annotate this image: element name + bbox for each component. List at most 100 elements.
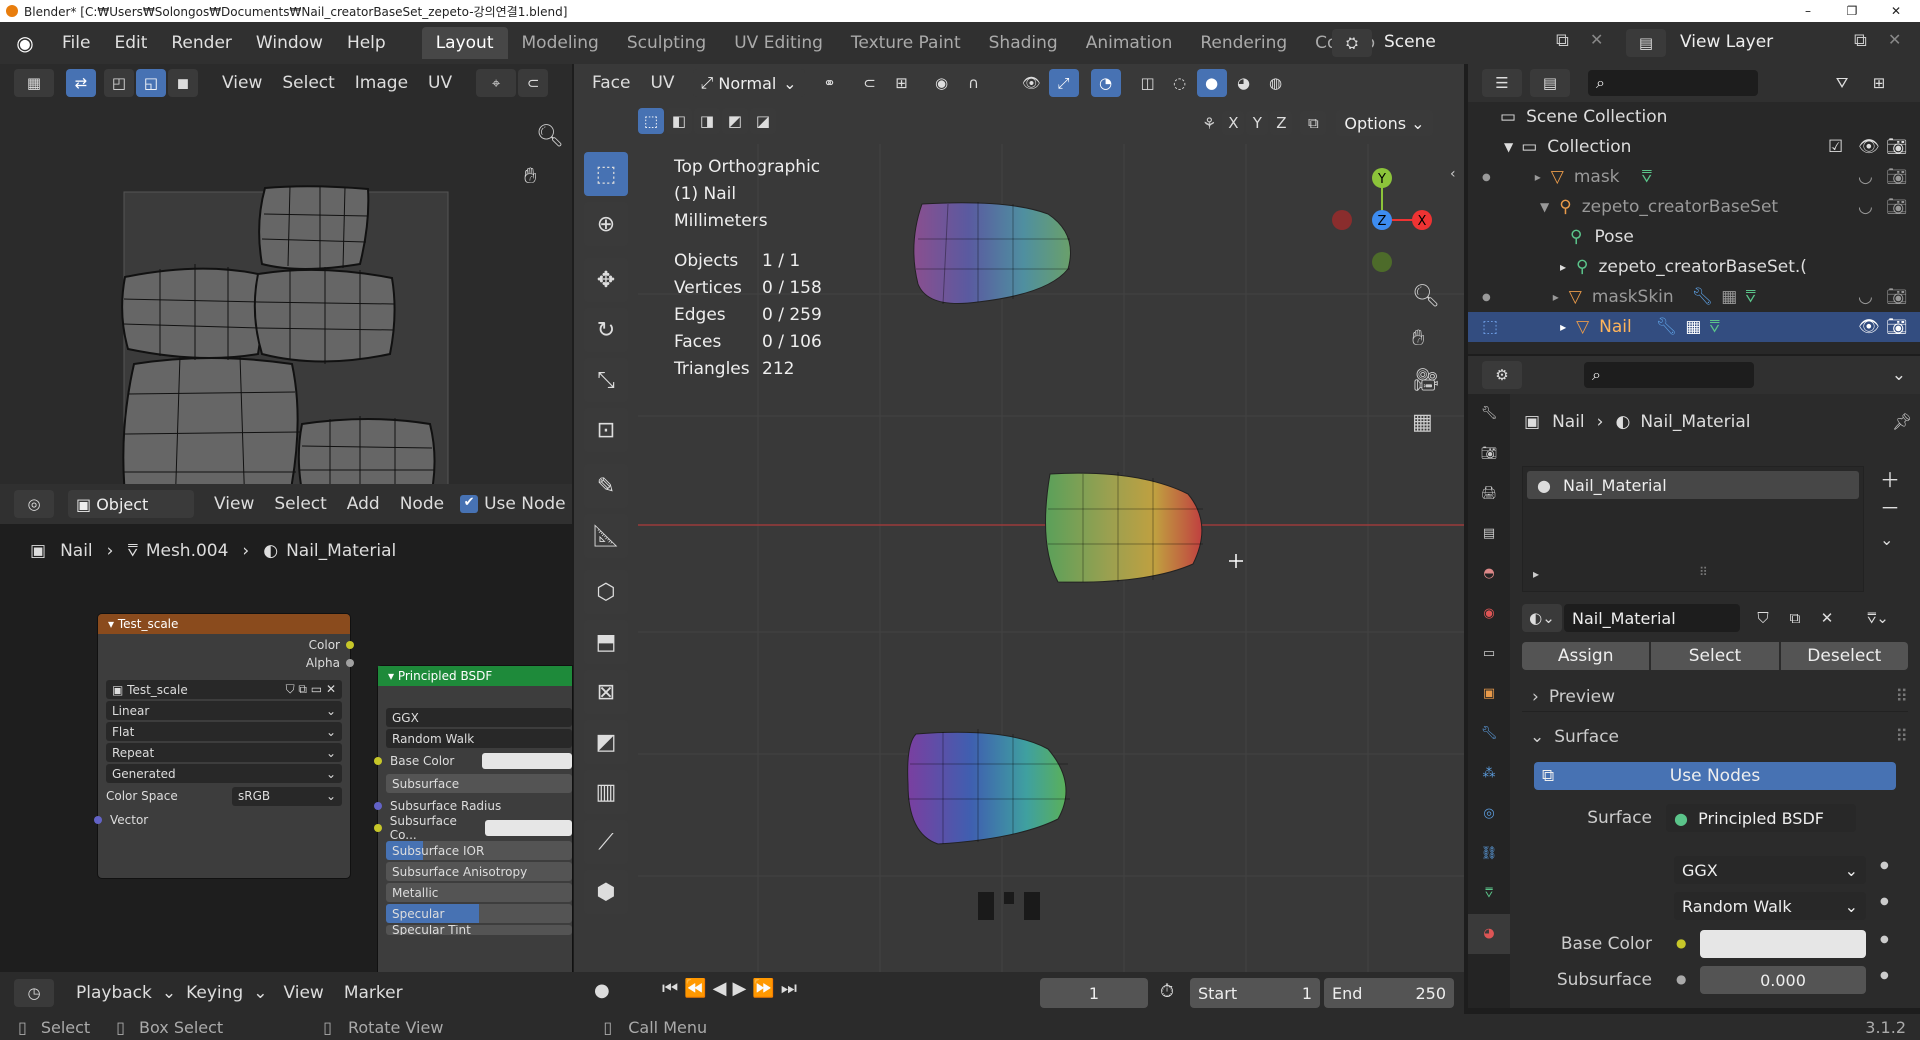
uv-menu-uv[interactable]: UV [418,73,462,93]
cursor-tool[interactable]: ⊕ [584,202,628,246]
keyframe-dot-icon[interactable]: ● [1880,970,1889,981]
outliner-row-scene-collection[interactable]: ▭ Scene Collection [1468,102,1920,132]
playback-menu[interactable]: Playback [66,983,162,1003]
metallic-field[interactable]: Metallic [386,883,572,902]
extrude-tool[interactable]: ⬒ [584,620,628,664]
color-space-select[interactable]: sRGB ⌄ [232,786,342,806]
node-editor-type-icon[interactable]: ◎ [14,490,54,518]
snap-increment-icon[interactable]: ⊞ [887,69,917,97]
close-button[interactable]: ✕ [1874,0,1918,22]
uv-menu-view[interactable]: View [212,73,272,93]
surface-shader-select[interactable]: ● Principled BSDF [1666,804,1856,832]
face-select-icon[interactable]: ◼ [168,69,198,97]
subsurface-method-select[interactable]: Random Walk ⌄ [1674,892,1866,920]
stopwatch-icon[interactable]: ⏱︎ [1160,981,1174,1002]
unlink-material-icon[interactable]: ✕ [1812,604,1842,632]
menu-file[interactable]: File [50,33,102,53]
material-slot[interactable]: ● Nail_Material [1527,471,1859,499]
node-menu-node[interactable]: Node [390,494,454,514]
output-tab-icon[interactable]: 🖨︎ [1468,474,1510,514]
sidebar-toggle-icon[interactable]: ‹ [1450,166,1456,182]
menu-render[interactable]: Render [159,33,244,53]
new-collection-icon[interactable]: ⊞ [1864,69,1894,97]
scene-name[interactable]: Scene [1384,32,1436,52]
uv-menu-select[interactable]: Select [272,73,344,93]
node-title[interactable]: ▾ Test_scale [98,614,350,634]
current-frame-field[interactable]: 1 [1040,978,1148,1008]
fake-user-icon[interactable]: ⛉ [1748,604,1778,632]
node-menu-select[interactable]: Select [264,494,336,514]
material-name-field[interactable]: Nail_Material [1564,604,1740,632]
face-menu[interactable]: Face [582,73,640,93]
measure-tool[interactable]: 📐︎ [584,514,628,558]
snap-magnet-icon[interactable]: ⊂ [855,69,885,97]
remove-view-layer-icon[interactable]: ✕ [1888,30,1901,49]
node-menu-add[interactable]: Add [337,494,390,514]
menu-edit[interactable]: Edit [102,33,159,53]
outliner-row-nail[interactable]: ⬚ ▸ ▽ Nail 🔧︎ ▦ ⩢ 👁︎ 📷︎ [1468,312,1920,342]
falloff-icon[interactable]: ∩ [959,69,989,97]
sync-selection-icon[interactable]: ⇄ [66,69,96,97]
pan-hand-icon[interactable]: ✋︎ [1412,326,1425,351]
playback-controls[interactable]: ⏮⏪◀▶⏩⏭ [662,978,803,999]
new-scene-icon[interactable]: ⧉ [1556,30,1569,51]
view-layer-icon[interactable]: ▤ [1626,29,1666,57]
vertex-select-icon[interactable]: ◰ [104,69,134,97]
camera-icon[interactable]: 🎥︎ [1412,368,1440,393]
source-select[interactable]: Generated ⌄ [106,764,342,783]
view-layer-tab-icon[interactable]: ▤ [1468,514,1510,554]
select-box-tool[interactable]: ⬚ [584,152,628,196]
distribution-select[interactable]: GGX [386,708,572,727]
tab-texture-paint[interactable]: Texture Paint [837,27,975,59]
snap-icon[interactable]: ⊂ [518,69,549,97]
subsurface-method-select[interactable]: Random Walk [386,729,572,748]
tab-sculpting[interactable]: Sculpting [613,27,720,59]
inset-tool[interactable]: ⊠ [584,670,628,714]
modifier-tab-icon[interactable]: 🔧︎ [1468,714,1510,754]
constraints-tab-icon[interactable]: ⛓︎ [1468,834,1510,874]
object-tab-icon[interactable]: ▣ [1468,674,1510,714]
surface-panel-header[interactable]: ⌄ Surface ⠿ [1522,722,1908,752]
data-tab-icon[interactable]: ⩢ [1468,874,1510,914]
select-invert-icon[interactable]: ◩ [722,108,748,134]
material-slot-list[interactable]: ● Nail_Material ▸ ⠿ [1522,466,1864,592]
outliner-search-input[interactable]: ⌕ [1588,70,1758,96]
distribution-select[interactable]: GGX ⌄ [1674,856,1866,884]
tool-tab-icon[interactable]: 🔧︎ [1468,394,1510,434]
physics-tab-icon[interactable]: ◎ [1468,794,1510,834]
chevron-down-icon[interactable]: ⌄ [1892,365,1906,385]
select-button[interactable]: Select [1651,642,1779,670]
subsurface-ior-field[interactable]: Subsurface IOR [386,841,572,860]
world-tab-icon[interactable]: ◉ [1468,594,1510,634]
loop-cut-tool[interactable]: ▥ [584,770,628,814]
slot-specials-icon[interactable]: ⌄ [1880,526,1900,554]
options-dropdown[interactable]: Options ⌄ [1336,110,1433,136]
remove-slot-button[interactable]: － [1880,494,1900,522]
timeline-editor-icon[interactable]: ◷ [14,979,54,1007]
record-keyframe-icon[interactable]: ● [594,980,610,1001]
solid-shading-icon[interactable]: ● [1196,69,1227,97]
uv-menu-image[interactable]: Image [345,73,418,93]
keyframe-dot-icon[interactable]: ● [1880,860,1889,871]
nail-mesh-top[interactable] [913,202,1071,305]
edge-select-icon[interactable]: ◱ [136,69,166,97]
pin-icon[interactable]: 📌︎ [1892,412,1912,431]
subsurface-anisotropy-field[interactable]: Subsurface Anisotropy [386,862,572,881]
filter-icon[interactable]: ⛛ [1822,69,1862,97]
annotate-tool[interactable]: ✎ [584,464,628,508]
deselect-button[interactable]: Deselect [1780,642,1908,670]
view-layer-name[interactable]: View Layer [1680,32,1773,52]
subsurface-field[interactable]: Subsurface [386,774,572,793]
node-title[interactable]: ▾ Principled BSDF [378,666,572,686]
display-mode-icon[interactable]: ▤ [1530,69,1570,97]
start-frame-field[interactable]: Start 1 [1190,978,1320,1008]
3d-viewport[interactable]: Face UV ⤢ Normal ⌄ ⚭ ⊂ ⊞ ◉ ∩ 👁︎ ⤢ ◔ ◫ ◌ ●… [574,64,1464,972]
add-cube-tool[interactable]: ⬡ [584,570,628,614]
specular-field[interactable]: Specular [386,904,572,923]
tab-rendering[interactable]: Rendering [1186,27,1301,59]
new-view-layer-icon[interactable]: ⧉ [1854,30,1867,51]
xray-icon[interactable]: ◫ [1133,69,1163,97]
nail-mesh-bottom[interactable] [907,731,1067,845]
scene-selector-icon[interactable]: ⛭ [1332,29,1372,57]
ortho-grid-icon[interactable]: ▦ [1412,410,1433,435]
